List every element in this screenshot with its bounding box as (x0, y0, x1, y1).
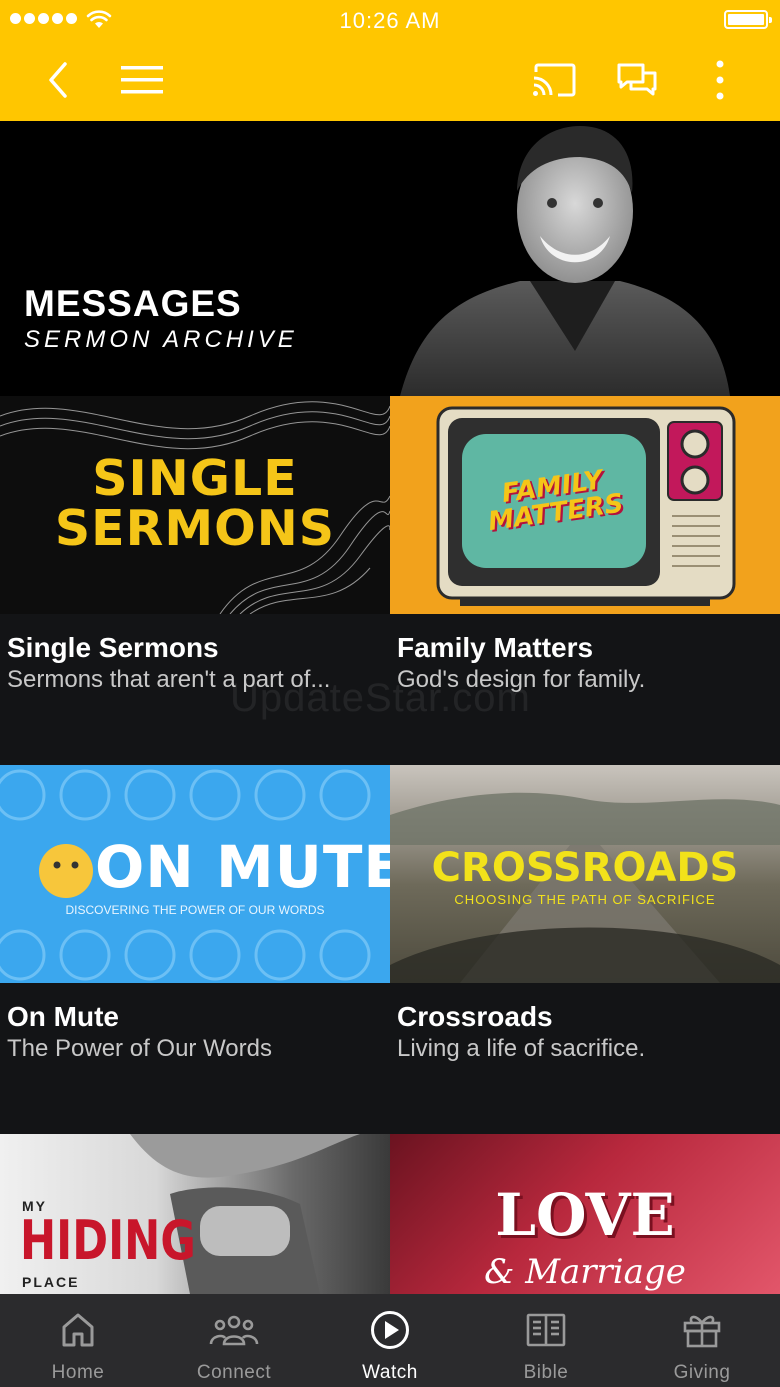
gift-icon (683, 1315, 721, 1348)
series-title: On Mute (7, 1001, 119, 1032)
tab-label: Home (51, 1362, 105, 1383)
tab-home[interactable]: Home (0, 1294, 156, 1387)
series-thumbnail: SINGLE SERMONS (0, 396, 390, 614)
tab-label: Bible (523, 1362, 569, 1383)
hero-title: MESSAGES (24, 283, 242, 324)
series-title: Family Matters (397, 632, 594, 663)
cast-icon (533, 63, 576, 97)
series-title: Single Sermons (7, 632, 219, 663)
watermark: UpdateStar.com (230, 676, 531, 720)
back-button[interactable] (30, 52, 86, 108)
tab-bible[interactable]: Bible (468, 1294, 624, 1387)
series-thumbnail: LOVE & Marriage (390, 1134, 780, 1294)
series-thumbnail: ON MUTE DISCOVERING THE POWER OF OUR WOR… (0, 765, 390, 983)
cast-button[interactable] (526, 52, 582, 108)
series-thumbnail: CROSSROADS CHOOSING THE PATH OF SACRIFIC… (390, 765, 780, 983)
speaker-photo (400, 126, 730, 396)
thumbnail-title: CROSSROADS (431, 845, 739, 891)
series-description: The Power of Our Words (7, 1035, 272, 1062)
series-thumbnail: MY HIDING PLACE (0, 1134, 390, 1294)
series-description: Living a life of sacrifice. (397, 1035, 646, 1062)
hero-subtitle: SERMON ARCHIVE (24, 326, 298, 353)
tab-giving[interactable]: Giving (624, 1294, 780, 1387)
thumbnail-title: LOVE (495, 1181, 675, 1249)
thumbnail-subtitle: DISCOVERING THE POWER OF OUR WORDS (65, 903, 325, 917)
series-title: Crossroads (397, 1001, 553, 1032)
chat-button[interactable] (609, 52, 665, 108)
thumbnail-title: SINGLE SERMONS (54, 450, 336, 557)
tab-label: Connect (196, 1362, 272, 1383)
series-card-on-mute[interactable]: ON MUTE DISCOVERING THE POWER OF OUR WOR… (0, 765, 390, 1134)
play-circle-icon (371, 1311, 409, 1349)
thumbnail-subtitle: & Marriage (484, 1252, 686, 1292)
book-icon (526, 1313, 566, 1347)
more-vertical-icon (716, 60, 724, 100)
tab-watch[interactable]: Watch (312, 1294, 468, 1387)
thumbnail-text-bottom: PLACE (22, 1274, 80, 1290)
thumbnail-title: HIDING (20, 1209, 196, 1272)
chat-bubbles-icon (617, 63, 657, 96)
series-thumbnail: FAMILY MATTERS (390, 396, 780, 614)
series-card-hiding-place[interactable]: MY HIDING PLACE (0, 1134, 390, 1294)
sermon-archive-banner[interactable]: MESSAGES SERMON ARCHIVE (0, 121, 780, 396)
thumbnail-subtitle: CHOOSING THE PATH OF SACRIFICE (454, 892, 716, 907)
status-bar: 10:26 AM (0, 0, 780, 40)
more-options-button[interactable] (692, 52, 748, 108)
battery-icon (724, 10, 772, 29)
thumbnail-title: ON MUTE (95, 833, 390, 901)
series-card-love-marriage[interactable]: LOVE & Marriage (390, 1134, 780, 1294)
bottom-tab-bar: Home Connect Watch Bible Giving (0, 1294, 780, 1387)
tab-connect[interactable]: Connect (156, 1294, 312, 1387)
status-time: 10:26 AM (339, 8, 441, 33)
home-icon (62, 1313, 94, 1347)
series-card-crossroads[interactable]: CROSSROADS CHOOSING THE PATH OF SACRIFIC… (390, 765, 780, 1134)
chevron-left-icon (49, 62, 67, 98)
menu-button[interactable] (114, 52, 170, 108)
hamburger-menu-icon (121, 66, 163, 94)
app-header: 10:26 AM (0, 0, 780, 121)
tab-label: Giving (673, 1362, 731, 1383)
tab-label: Watch (362, 1362, 418, 1383)
people-icon (209, 1315, 259, 1346)
